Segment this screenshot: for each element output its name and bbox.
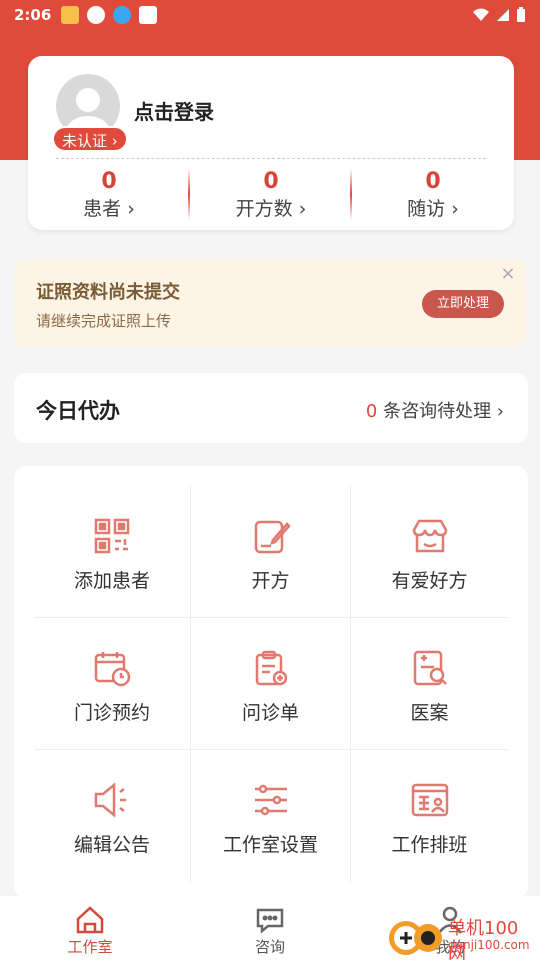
watermark: 单机100网 danji100.com (386, 912, 536, 960)
stat-patients[interactable]: 0 患者 › (28, 168, 190, 224)
grid-label: 工作室设置 (222, 834, 318, 856)
grid-item-studio-settings[interactable]: 工作室设置 (191, 750, 351, 882)
stat-value: 0 (263, 169, 279, 194)
grid-item-work-schedule[interactable]: 工作排班 (351, 750, 508, 882)
status-bar: 2:06 (0, 0, 540, 30)
status-time: 2:06 (14, 6, 52, 24)
notification-card-icon (139, 6, 158, 24)
notice-subtitle: 请继续完成证照上传 (36, 312, 172, 330)
todo-suffix: 条咨询待处理 › (377, 401, 504, 422)
login-link[interactable]: 点击登录 (134, 96, 214, 125)
stat-label: 患者 › (83, 198, 135, 220)
divider (56, 158, 486, 159)
verify-status-badge[interactable]: 未认证 › (52, 126, 128, 152)
grid-label: 医案 (410, 702, 449, 724)
stat-value: 0 (425, 169, 441, 194)
chat-icon (256, 908, 284, 934)
grid-label: 问诊单 (241, 702, 299, 724)
wifi-icon (473, 8, 489, 21)
battery-icon (517, 7, 525, 22)
grid-item-prescribe[interactable]: 开方 (191, 486, 351, 618)
signal-icon (497, 9, 509, 21)
notice-title: 证照资料尚未提交 (36, 282, 180, 303)
tab-label: 工作室 (67, 938, 113, 956)
store-icon (412, 519, 447, 553)
grid-label: 开方 (251, 570, 290, 592)
watermark-url: danji100.com (448, 938, 530, 952)
calendar-clock-icon (94, 652, 131, 687)
stat-value: 0 (101, 169, 117, 194)
grid-label: 添加患者 (73, 570, 150, 592)
medical-record-search-icon (413, 650, 447, 686)
grid-item-add-patient[interactable]: 添加患者 (34, 486, 191, 618)
schedule-board-icon (411, 783, 448, 817)
grid-item-edit-announcement[interactable]: 编辑公告 (34, 750, 191, 882)
megaphone-icon (94, 782, 126, 818)
download-icon (113, 6, 132, 24)
certificate-notice: 证照资料尚未提交 请继续完成证照上传 立即处理 × (14, 260, 526, 346)
clipboard-plus-icon (255, 650, 287, 686)
todo-card[interactable]: 今日代办 0 条咨询待处理 › (14, 373, 528, 443)
grid-item-consult-form[interactable]: 问诊单 (191, 618, 351, 750)
prescription-pen-icon (254, 520, 291, 554)
function-grid: 添加患者 开方 有爱好方 门诊预约 问诊单 医案 编辑公告 工作室设置 工作排班 (34, 486, 508, 882)
close-icon[interactable]: × (498, 264, 518, 284)
notification-app-icon (61, 6, 80, 24)
profile-card: 点击登录 未认证 › 0 患者 › 0 开方数 › 0 随访 › (28, 56, 514, 230)
home-icon (76, 906, 104, 934)
watermark-text: 单机100网 (448, 918, 519, 960)
grid-item-outpatient-booking[interactable]: 门诊预约 (34, 618, 191, 750)
todo-summary[interactable]: 0 条咨询待处理 › (366, 397, 504, 423)
stat-label: 开方数 › (235, 198, 307, 220)
todo-count: 0 (365, 401, 378, 422)
qr-code-icon (94, 518, 130, 554)
grid-item-good-prescription[interactable]: 有爱好方 (351, 486, 508, 618)
handle-now-button[interactable]: 立即处理 (422, 290, 504, 318)
grid-item-medical-records[interactable]: 医案 (351, 618, 508, 750)
grid-label: 有爱好方 (391, 570, 468, 592)
notification-leaf-icon (87, 6, 106, 24)
stat-prescriptions[interactable]: 0 开方数 › (190, 168, 352, 224)
todo-title: 今日代办 (36, 399, 120, 423)
sliders-icon (254, 784, 287, 816)
tab-label: 咨询 (254, 938, 285, 956)
stat-followups[interactable]: 0 随访 › (352, 168, 514, 224)
stat-label: 随访 › (407, 198, 459, 220)
watermark-logo-icon (389, 921, 442, 955)
grid-label: 工作排班 (391, 834, 468, 856)
tab-studio[interactable]: 工作室 (0, 896, 180, 960)
stats-row: 0 患者 › 0 开方数 › 0 随访 › (28, 168, 514, 224)
grid-label: 门诊预约 (73, 702, 150, 724)
grid-label: 编辑公告 (73, 834, 150, 856)
tab-consult[interactable]: 咨询 (180, 896, 360, 960)
function-grid-card: 添加患者 开方 有爱好方 门诊预约 问诊单 医案 编辑公告 工作室设置 工作排班 (14, 466, 528, 898)
